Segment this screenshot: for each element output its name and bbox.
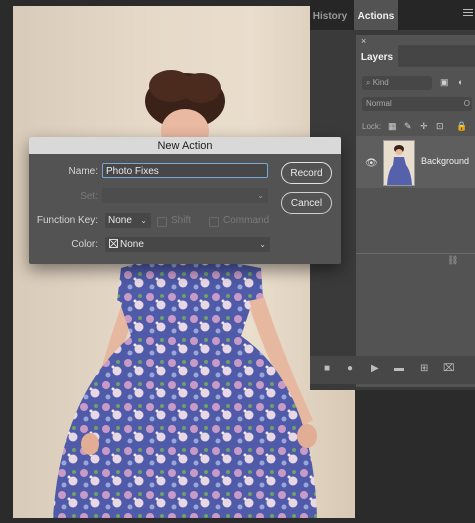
function-key-value: None: [108, 215, 132, 226]
blend-mode-value: Normal: [366, 99, 392, 108]
command-label: Command: [223, 215, 270, 226]
cancel-button[interactable]: Cancel: [281, 192, 332, 214]
tab-layers[interactable]: Layers: [356, 45, 398, 67]
opacity-label: O: [463, 99, 470, 108]
filter-kind-label: Kind: [372, 78, 389, 87]
shift-checkbox[interactable]: [157, 217, 167, 227]
lock-artboard-icon[interactable]: ⊡: [436, 121, 444, 132]
play-icon[interactable]: ▶: [371, 363, 379, 374]
dialog-title: New Action: [29, 137, 341, 154]
chevron-down-icon: ⌄: [257, 191, 264, 200]
blend-mode-select[interactable]: Normal O: [362, 97, 472, 111]
adjustment-filter-icon[interactable]: ◐: [458, 77, 463, 87]
record-icon[interactable]: ●: [347, 363, 353, 374]
lock-transparent-icon[interactable]: ▦: [388, 121, 397, 132]
actions-bottom-bar: ■ ● ▶ ▬ ⊞ ⌧: [310, 356, 475, 384]
image-filter-icon[interactable]: ▣: [440, 77, 449, 88]
new-action-dialog: New Action Name: Photo Fixes Set: ⌄ Func…: [29, 137, 341, 264]
tab-history[interactable]: History: [310, 0, 350, 30]
action-name-input[interactable]: Photo Fixes: [102, 163, 268, 178]
layer-thumbnail: [383, 140, 415, 186]
new-action-icon[interactable]: ⊞: [420, 363, 428, 374]
layer-filter-select[interactable]: ⌕ Kind: [362, 76, 432, 90]
panel-tab-bar: History Actions: [310, 0, 475, 30]
eye-icon[interactable]: 👁: [365, 158, 378, 169]
stop-icon[interactable]: ■: [324, 363, 330, 374]
chevron-down-icon: ⌄: [140, 216, 147, 225]
panel-menu-icon[interactable]: [463, 7, 473, 19]
lock-all-icon[interactable]: 🔒: [456, 121, 467, 132]
name-label: Name:: [68, 166, 98, 177]
no-color-icon: [109, 239, 118, 248]
lock-label: Lock:: [362, 122, 382, 131]
set-label: Set:: [80, 191, 98, 202]
layer-name[interactable]: Background: [421, 156, 469, 166]
lock-brush-icon[interactable]: ✎: [404, 121, 412, 132]
color-value: None: [120, 239, 144, 250]
function-key-label: Function Key:: [36, 215, 98, 226]
panel-divider: [356, 253, 475, 254]
trash-icon[interactable]: ⌧: [443, 363, 455, 374]
function-key-select[interactable]: None ⌄: [105, 213, 151, 228]
folder-icon[interactable]: ▬: [394, 363, 404, 374]
color-label: Color:: [71, 239, 98, 250]
layer-row-background[interactable]: 👁 Background: [356, 136, 475, 188]
chevron-down-icon: ⌄: [259, 240, 266, 249]
layers-panel: × Layers ⌕ Kind ▣ ◐ Normal O Lock: ▦ ✎ ✛…: [356, 35, 475, 387]
set-select: ⌄: [102, 188, 268, 203]
photoshop-workspace: History Actions × Layers ⌕ Kind ▣ ◐ Norm…: [0, 0, 475, 523]
record-button[interactable]: Record: [281, 162, 332, 184]
lock-position-icon[interactable]: ✛: [420, 121, 428, 132]
shift-label: Shift: [171, 215, 192, 226]
tab-actions[interactable]: Actions: [354, 0, 398, 30]
command-checkbox[interactable]: [209, 217, 219, 227]
color-select[interactable]: None ⌄: [105, 237, 270, 252]
link-layers-icon[interactable]: ⛓: [447, 255, 458, 266]
